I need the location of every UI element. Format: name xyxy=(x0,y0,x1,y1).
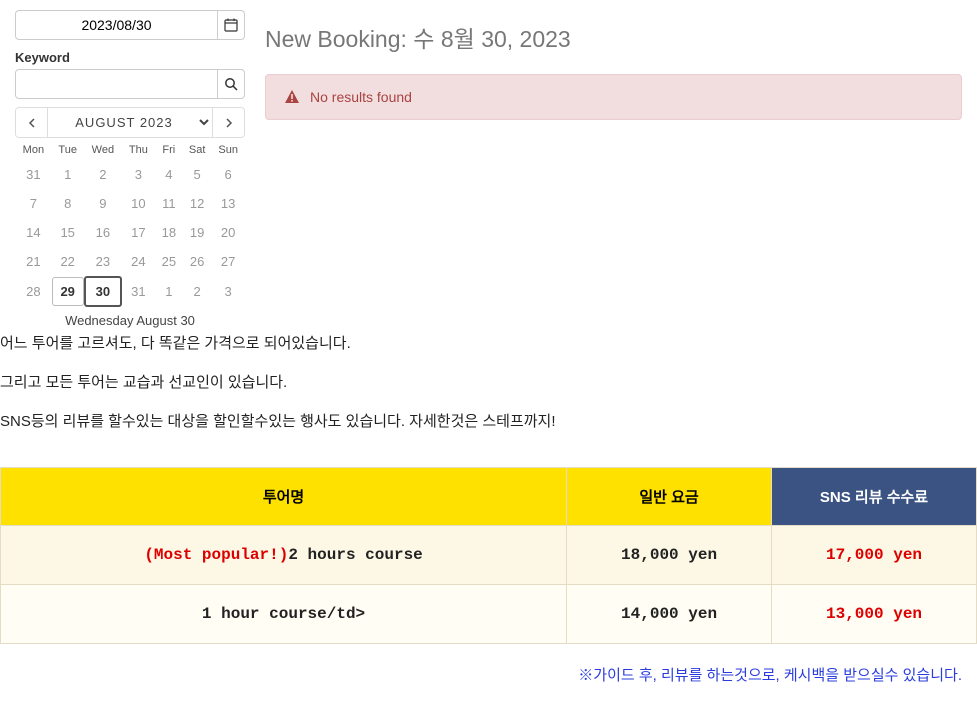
search-icon xyxy=(224,77,238,91)
calendar-day[interactable]: 14 xyxy=(15,218,52,247)
keyword-input[interactable] xyxy=(15,69,218,99)
col-regular-price: 일반 요금 xyxy=(567,468,772,526)
calendar-day[interactable]: 28 xyxy=(15,277,52,306)
search-button[interactable] xyxy=(218,69,245,99)
calendar-day[interactable]: 21 xyxy=(15,247,52,276)
keyword-label: Keyword xyxy=(15,50,245,65)
chevron-right-icon xyxy=(225,118,233,128)
intro-line: 그리고 모든 투어는 교습과 선교인이 있습니다. xyxy=(0,369,977,396)
calendar-day[interactable]: 2 xyxy=(183,277,211,306)
calendar-day[interactable]: 29 xyxy=(52,277,84,306)
calendar-day[interactable]: 1 xyxy=(52,160,84,189)
calendar-day[interactable]: 24 xyxy=(122,247,155,276)
sns-price-cell: 13,000 yen xyxy=(772,585,977,644)
footnote: ※가이드 후, 리뷰를 하는것으로, 케시백을 받으실수 있습니다. xyxy=(0,664,977,705)
tour-name-cell: (Most popular!)2 hours course xyxy=(1,526,567,585)
page-title: New Booking: 수 8월 30, 2023 xyxy=(265,20,962,54)
calendar-day[interactable]: 5 xyxy=(183,160,211,189)
sidebar: Keyword AUGUST 2023 xyxy=(15,10,245,330)
intro-line: SNS등의 리뷰를 할수있는 대상을 할인할수있는 행사도 있습니다. 자세한것… xyxy=(0,408,977,435)
day-header: Fri xyxy=(155,140,183,160)
calendar-day[interactable]: 11 xyxy=(155,189,183,218)
intro-line: 어느 투어를 고르셔도, 다 똑같은 가격으로 되어있습니다. xyxy=(0,330,977,357)
calendar-day[interactable]: 22 xyxy=(52,247,84,276)
calendar-day[interactable]: 16 xyxy=(84,218,123,247)
month-select[interactable]: AUGUST 2023 xyxy=(48,108,212,137)
tour-name-cell: 1 hour course/td> xyxy=(1,585,567,644)
calendar-day[interactable]: 20 xyxy=(211,218,245,247)
regular-price-cell: 18,000 yen xyxy=(567,526,772,585)
calendar-day[interactable]: 9 xyxy=(84,189,123,218)
calendar-day[interactable]: 12 xyxy=(183,189,211,218)
day-header: Wed xyxy=(84,140,123,160)
col-sns-price: SNS 리뷰 수수료 xyxy=(772,468,977,526)
calendar-day[interactable]: 23 xyxy=(84,247,123,276)
main-content: New Booking: 수 8월 30, 2023 No results fo… xyxy=(265,10,962,330)
calendar-day[interactable]: 10 xyxy=(122,189,155,218)
calendar-day[interactable]: 30 xyxy=(84,276,123,307)
calendar-day[interactable]: 15 xyxy=(52,218,84,247)
calendar-day[interactable]: 31 xyxy=(122,277,155,306)
calendar-day[interactable]: 3 xyxy=(122,160,155,189)
intro-text: 어느 투어를 고르셔도, 다 똑같은 가격으로 되어있습니다. 그리고 모든 투… xyxy=(0,330,977,467)
day-header: Sat xyxy=(183,140,211,160)
calendar-day[interactable]: 3 xyxy=(211,277,245,306)
calendar-day[interactable]: 31 xyxy=(15,160,52,189)
calendar-day[interactable]: 1 xyxy=(155,277,183,306)
day-header: Sun xyxy=(211,140,245,160)
day-header: Thu xyxy=(122,140,155,160)
warning-icon xyxy=(284,89,300,105)
calendar-grid: MonTueWedThuFriSatSun 311234567891011121… xyxy=(15,140,245,307)
calendar-day[interactable]: 6 xyxy=(211,160,245,189)
next-month-button[interactable] xyxy=(212,108,244,137)
calendar-day[interactable]: 13 xyxy=(211,189,245,218)
alert-text: No results found xyxy=(310,89,412,105)
calendar-nav: AUGUST 2023 xyxy=(15,107,245,138)
calendar-day[interactable]: 4 xyxy=(155,160,183,189)
price-table: 투어명 일반 요금 SNS 리뷰 수수료 (Most popular!)2 ho… xyxy=(0,467,977,644)
regular-price-cell: 14,000 yen xyxy=(567,585,772,644)
calendar-day[interactable]: 2 xyxy=(84,160,123,189)
calendar-icon xyxy=(224,18,238,32)
day-header: Tue xyxy=(52,140,84,160)
calendar-day[interactable]: 19 xyxy=(183,218,211,247)
calendar-day[interactable]: 8 xyxy=(52,189,84,218)
calendar-day[interactable]: 27 xyxy=(211,247,245,276)
calendar-day[interactable]: 25 xyxy=(155,247,183,276)
calendar-day[interactable]: 18 xyxy=(155,218,183,247)
day-header: Mon xyxy=(15,140,52,160)
sns-price-cell: 17,000 yen xyxy=(772,526,977,585)
calendar-day[interactable]: 26 xyxy=(183,247,211,276)
prev-month-button[interactable] xyxy=(16,108,48,137)
calendar-footer: Wednesday August 30 xyxy=(15,307,245,330)
col-tour-name: 투어명 xyxy=(1,468,567,526)
calendar-day[interactable]: 17 xyxy=(122,218,155,247)
chevron-left-icon xyxy=(28,118,36,128)
calendar-open-button[interactable] xyxy=(218,10,245,40)
calendar-day[interactable]: 7 xyxy=(15,189,52,218)
keyword-group xyxy=(15,69,245,99)
date-group xyxy=(15,10,245,40)
date-input[interactable] xyxy=(15,10,218,40)
no-results-alert: No results found xyxy=(265,74,962,120)
